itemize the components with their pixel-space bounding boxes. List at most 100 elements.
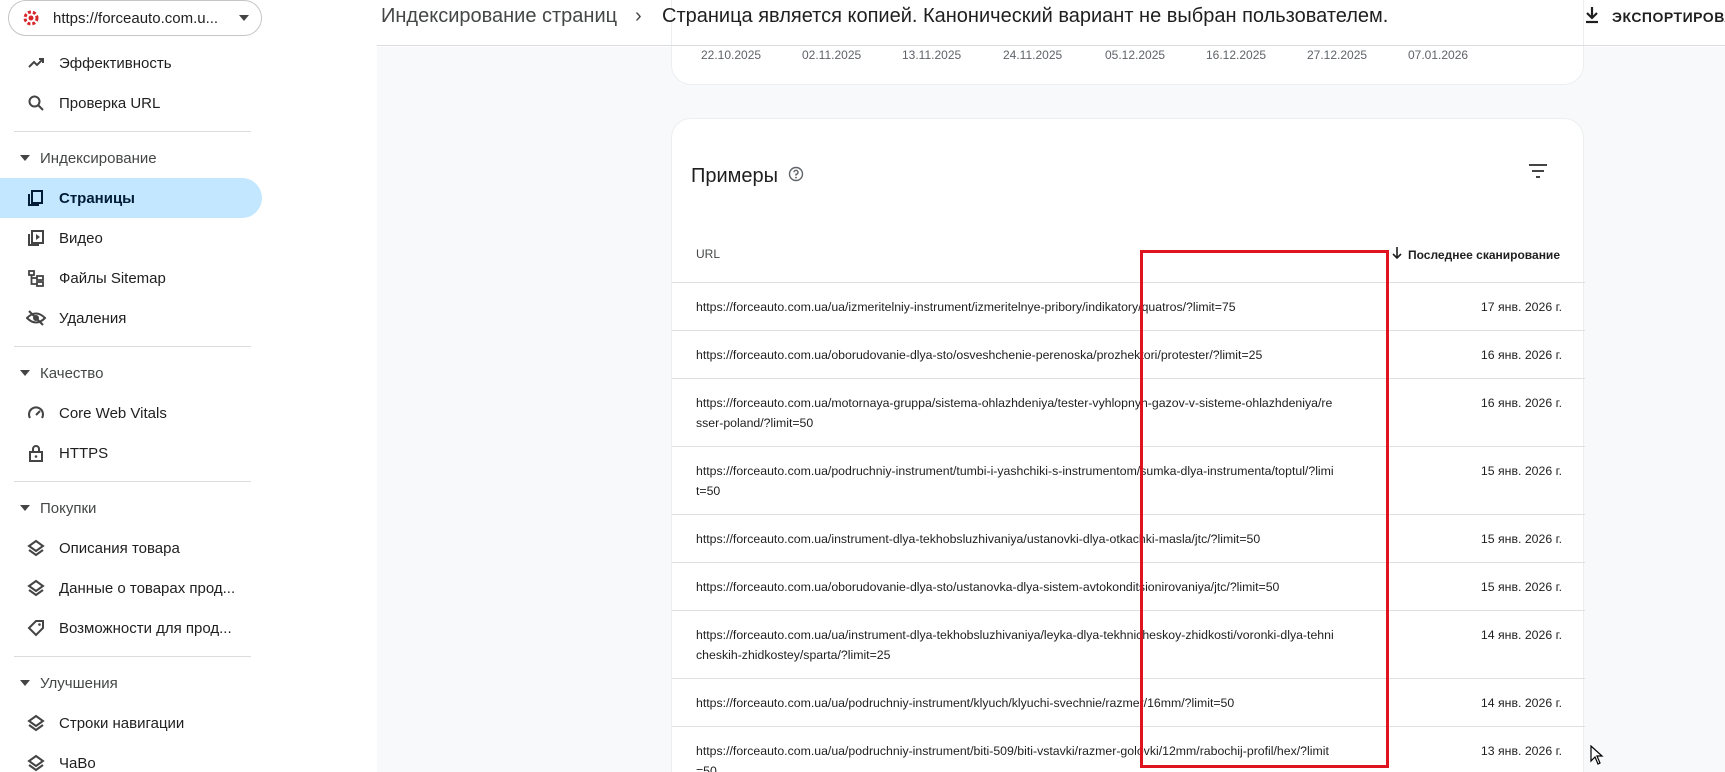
pages-icon — [26, 188, 46, 208]
sidebar: https://forceauto.com.u... Эффективность… — [0, 0, 270, 772]
help-icon[interactable] — [788, 165, 804, 188]
sidebar-item-label: Возможности для прод... — [59, 619, 232, 637]
lock-icon — [26, 443, 46, 463]
row-url: https://forceauto.com.ua/ua/izmeritelniy… — [696, 300, 1236, 314]
sidebar-item-label: Описания товара — [59, 539, 180, 557]
sidebar-item-removals[interactable]: Удаления — [0, 298, 262, 338]
mouse-cursor-icon — [1590, 744, 1604, 770]
caret-down-icon — [20, 370, 30, 376]
sidebar-item-label: ЧаВо — [59, 754, 96, 772]
row-url: https://forceauto.com.ua/oborudovanie-dl… — [696, 348, 1263, 362]
tag-icon — [26, 618, 46, 638]
table-row[interactable]: https://forceauto.com.ua/ua/podruchniy-i… — [672, 727, 1585, 772]
download-icon — [1584, 6, 1600, 27]
sidebar-item-shopping-tab[interactable]: Возможности для прод... — [0, 608, 262, 648]
page-title: Страница является копией. Канонический в… — [662, 5, 1389, 27]
export-label: ЭКСПОРТИРОВА — [1612, 8, 1725, 25]
sidebar-item-label: Видео — [59, 229, 103, 247]
section-label: Индексирование — [40, 149, 157, 167]
section-indexing[interactable]: Индексирование — [0, 138, 262, 178]
page-header: Индексирование страниц › Страница являет… — [377, 0, 1725, 46]
sidebar-item-label: Файлы Sitemap — [59, 269, 166, 287]
section-label: Улучшения — [40, 674, 118, 692]
table-row[interactable]: https://forceauto.com.ua/podruchniy-inst… — [672, 447, 1585, 515]
section-quality[interactable]: Качество — [0, 353, 262, 393]
x-tick-label: 24.11.2025 — [1003, 48, 1063, 62]
table-row[interactable]: https://forceauto.com.ua/motornaya-grupp… — [672, 379, 1585, 447]
sidebar-item-label: Удаления — [59, 309, 127, 327]
row-date: 13 янв. 2026 г. — [1480, 744, 1562, 758]
table-row[interactable]: https://forceauto.com.ua/ua/podruchniy-i… — [672, 679, 1585, 727]
filter-icon[interactable] — [1528, 163, 1548, 184]
sitemap-icon — [26, 268, 46, 288]
sidebar-item-label: Данные о товарах прод... — [59, 579, 236, 597]
sidebar-item-product-snippets[interactable]: Описания товара — [0, 528, 262, 568]
column-header-url[interactable]: URL — [696, 247, 720, 261]
row-date: 15 янв. 2026 г. — [1480, 464, 1562, 478]
row-url: https://forceauto.com.ua/motornaya-grupp… — [696, 396, 1333, 430]
column-header-last-crawl[interactable]: Последнее сканирование — [1392, 247, 1560, 262]
sidebar-item-label: Эффективность — [59, 54, 172, 72]
arrow-down-icon — [1392, 247, 1402, 262]
table-row[interactable]: https://forceauto.com.ua/oborudovanie-dl… — [672, 331, 1585, 379]
row-date: 14 янв. 2026 г. — [1480, 696, 1562, 710]
sidebar-divider — [14, 346, 251, 347]
sidebar-item-performance[interactable]: Эффективность — [0, 43, 262, 83]
section-label: Качество — [40, 364, 104, 382]
sidebar-item-faq[interactable]: ЧаВо — [0, 743, 262, 772]
row-date: 16 янв. 2026 г. — [1480, 396, 1562, 410]
x-tick-label: 05.12.2025 — [1105, 48, 1166, 62]
video-icon — [26, 228, 46, 248]
section-label: Покупки — [40, 499, 97, 517]
row-url: https://forceauto.com.ua/ua/instrument-d… — [696, 628, 1334, 662]
row-date: 15 янв. 2026 г. — [1480, 580, 1562, 594]
table-row[interactable]: https://forceauto.com.ua/ua/izmeritelniy… — [672, 283, 1585, 331]
chevron-right-icon: › — [635, 5, 642, 27]
layers-icon — [26, 578, 46, 598]
sidebar-item-label: Строки навигации — [59, 714, 185, 732]
x-tick-label: 16.12.2025 — [1206, 48, 1267, 62]
row-url: https://forceauto.com.ua/ua/podruchniy-i… — [696, 696, 1235, 710]
sidebar-item-pages[interactable]: Страницы — [0, 178, 262, 218]
section-shopping[interactable]: Покупки — [0, 488, 262, 528]
x-tick-label: 27.12.2025 — [1307, 48, 1368, 62]
x-tick-label: 02.11.2025 — [802, 48, 862, 62]
examples-title: Примеры — [691, 165, 804, 188]
caret-down-icon — [20, 155, 30, 161]
sidebar-item-label: Страницы — [59, 189, 135, 207]
chevron-down-icon — [239, 15, 249, 21]
sidebar-item-url-inspection[interactable]: Проверка URL — [0, 83, 262, 123]
export-button[interactable]: ЭКСПОРТИРОВА — [1584, 6, 1725, 27]
eye-off-icon — [26, 308, 46, 328]
breadcrumb-parent[interactable]: Индексирование страниц — [381, 5, 617, 28]
table-row[interactable]: https://forceauto.com.ua/ua/instrument-d… — [672, 611, 1585, 679]
sidebar-item-video[interactable]: Видео — [0, 218, 262, 258]
sidebar-item-breadcrumbs[interactable]: Строки навигации — [0, 703, 262, 743]
row-date: 15 янв. 2026 г. — [1480, 532, 1562, 546]
row-date: 14 янв. 2026 г. — [1480, 628, 1562, 642]
table-row[interactable]: https://forceauto.com.ua/instrument-dlya… — [672, 515, 1585, 563]
layers-icon — [26, 538, 46, 558]
caret-down-icon — [20, 505, 30, 511]
section-title: Примеры — [691, 165, 779, 187]
sidebar-item-sitemaps[interactable]: Файлы Sitemap — [0, 258, 262, 298]
property-selector[interactable]: https://forceauto.com.u... — [8, 0, 262, 36]
sidebar-divider — [14, 481, 251, 482]
sidebar-item-label: HTTPS — [59, 444, 109, 462]
caret-down-icon — [20, 680, 30, 686]
row-date: 16 янв. 2026 г. — [1480, 348, 1562, 362]
sidebar-divider — [14, 131, 251, 132]
row-url: https://forceauto.com.ua/podruchniy-inst… — [696, 464, 1334, 498]
layers-icon — [26, 713, 46, 733]
section-enhancements[interactable]: Улучшения — [0, 663, 262, 703]
examples-card: Примеры URL Последнее сканирование https… — [671, 118, 1585, 772]
x-tick-label: 13.11.2025 — [902, 48, 962, 62]
row-url: https://forceauto.com.ua/ua/podruchniy-i… — [696, 744, 1329, 772]
row-url: https://forceauto.com.ua/oborudovanie-dl… — [696, 580, 1280, 594]
sidebar-item-core-web-vitals[interactable]: Core Web Vitals — [0, 393, 262, 433]
sidebar-item-merchant-listings[interactable]: Данные о товарах прод... — [0, 568, 262, 608]
search-icon — [26, 93, 46, 113]
sidebar-item-https[interactable]: HTTPS — [0, 433, 262, 473]
table-row[interactable]: https://forceauto.com.ua/oborudovanie-dl… — [672, 563, 1585, 611]
speedometer-icon — [26, 403, 46, 423]
